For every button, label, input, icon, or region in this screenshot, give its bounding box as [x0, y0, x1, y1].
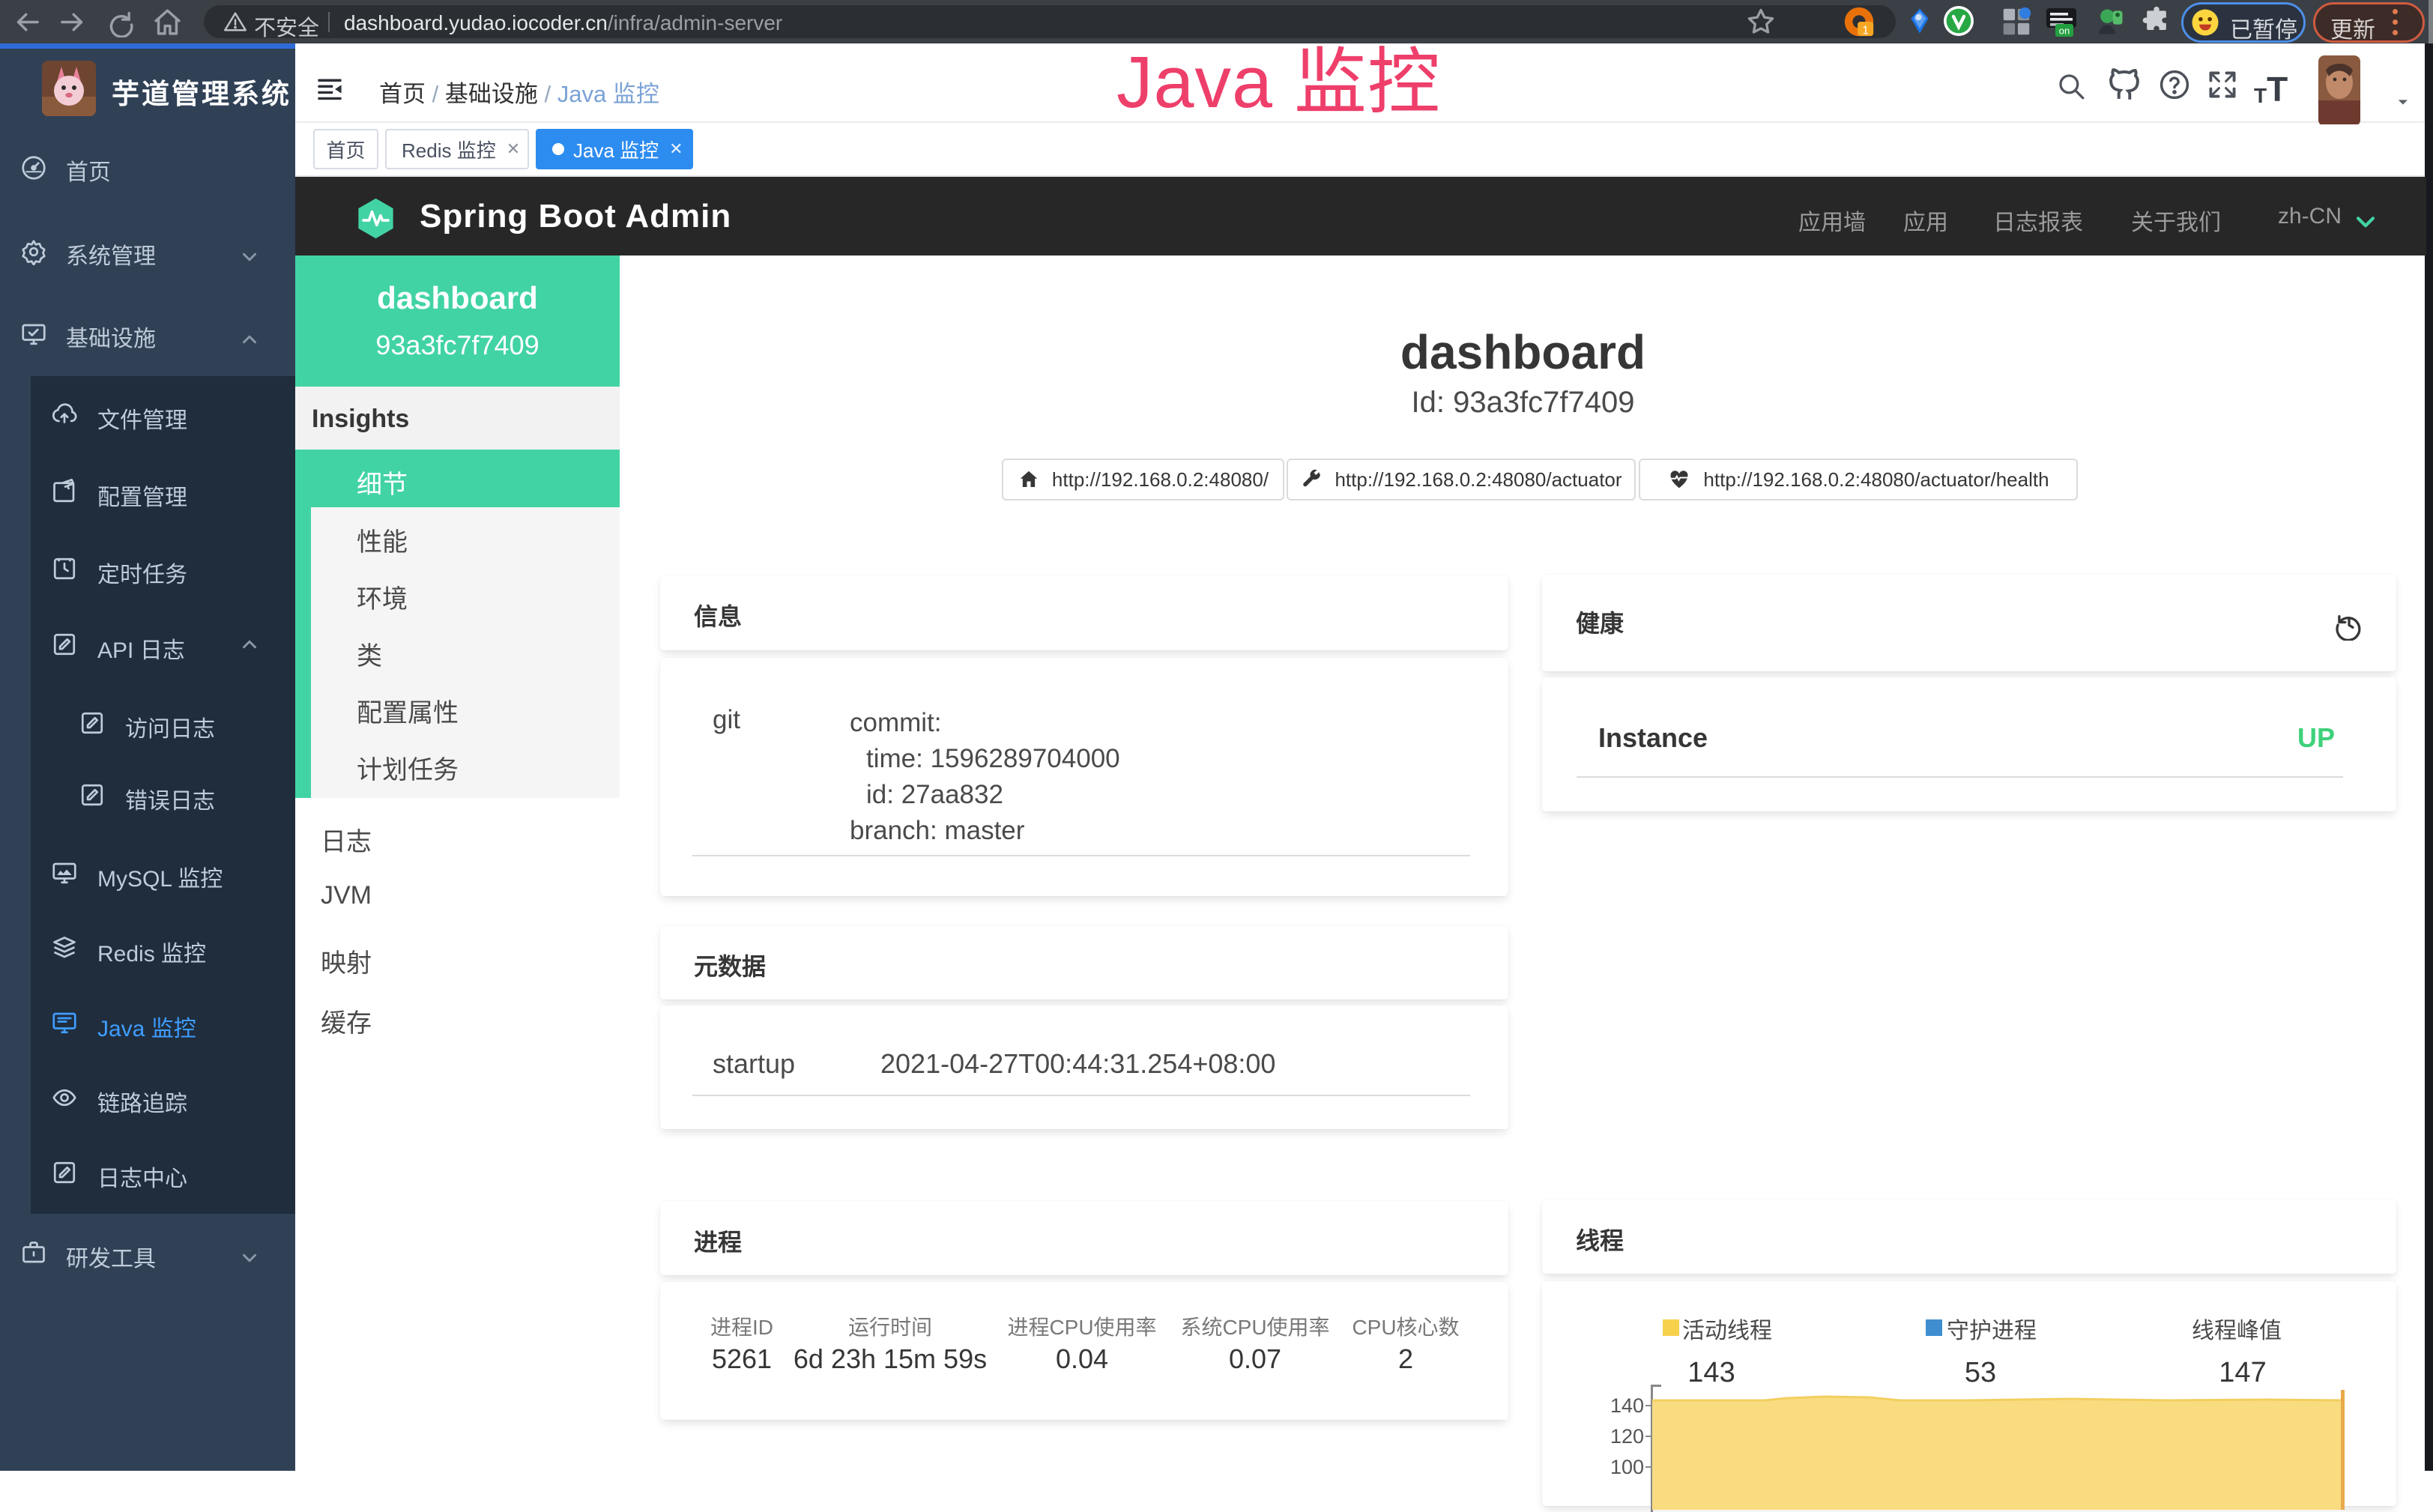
svg-text:1: 1	[1862, 24, 1869, 37]
svg-text:on: on	[2059, 25, 2070, 37]
